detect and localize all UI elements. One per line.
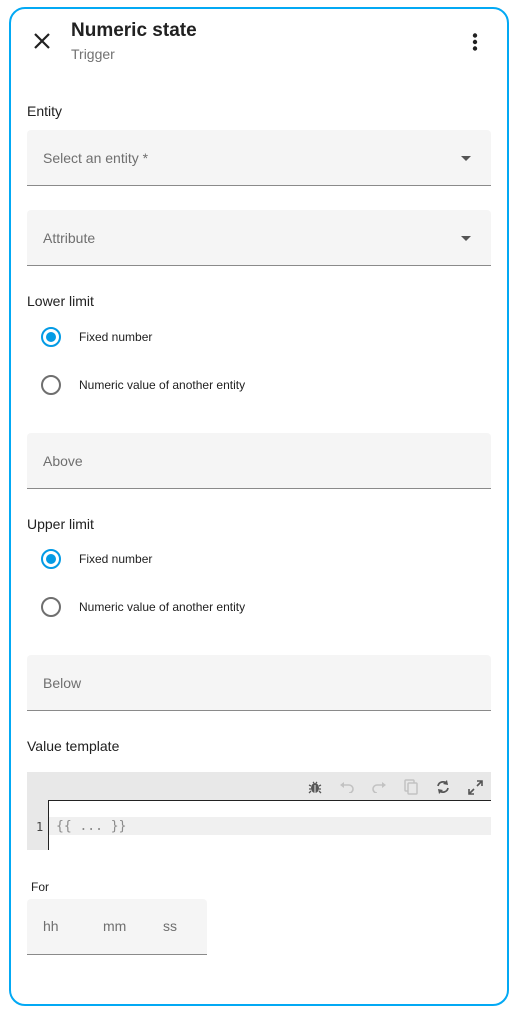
more-vertical-icon xyxy=(472,33,478,51)
editor-toolbar xyxy=(27,772,491,800)
lower-limit-entity-value-radio[interactable]: Numeric value of another entity xyxy=(27,365,327,405)
page-subtitle: Trigger xyxy=(71,46,115,62)
close-icon xyxy=(34,33,50,49)
hours-input[interactable]: hh xyxy=(43,918,59,934)
fullscreen-icon[interactable] xyxy=(464,776,486,798)
above-input[interactable]: Above xyxy=(27,433,491,489)
below-input[interactable]: Below xyxy=(27,655,491,711)
upper-limit-fixed-number-radio[interactable]: Fixed number xyxy=(27,539,327,579)
radio-label: Numeric value of another entity xyxy=(79,600,246,614)
entity-select-placeholder: Select an entity * xyxy=(43,149,149,166)
entity-label: Entity xyxy=(27,103,63,119)
lower-limit-fixed-number-radio[interactable]: Fixed number xyxy=(27,317,327,357)
line-number: 1 xyxy=(36,820,44,834)
dropdown-arrow-icon xyxy=(461,155,471,161)
radio-checked-icon xyxy=(41,327,61,347)
radio-unchecked-icon xyxy=(41,375,61,395)
code-text[interactable]: {{ ... }} xyxy=(56,819,126,834)
radio-label: Fixed number xyxy=(79,552,153,566)
radio-label: Numeric value of another entity xyxy=(79,378,246,392)
more-options-button[interactable] xyxy=(455,22,495,62)
dropdown-arrow-icon xyxy=(461,235,471,241)
copy-icon[interactable] xyxy=(400,776,422,798)
undo-icon[interactable] xyxy=(336,776,358,798)
above-input-placeholder: Above xyxy=(43,452,83,469)
value-template-label: Value template xyxy=(27,738,120,754)
radio-checked-icon xyxy=(41,549,61,569)
radio-label: Fixed number xyxy=(79,330,153,344)
lower-limit-label: Lower limit xyxy=(27,293,94,309)
close-button[interactable] xyxy=(20,19,64,63)
refresh-icon[interactable] xyxy=(432,776,454,798)
redo-icon[interactable] xyxy=(368,776,390,798)
minutes-input[interactable]: mm xyxy=(103,918,126,934)
for-label: For xyxy=(31,880,49,894)
bug-icon[interactable] xyxy=(304,776,326,798)
entity-select[interactable]: Select an entity * xyxy=(27,130,491,186)
attribute-select[interactable]: Attribute xyxy=(27,210,491,266)
upper-limit-entity-value-radio[interactable]: Numeric value of another entity xyxy=(27,587,327,627)
seconds-input[interactable]: ss xyxy=(163,918,177,934)
attribute-select-placeholder: Attribute xyxy=(43,229,96,246)
duration-input: hh mm ss xyxy=(27,899,207,955)
code-editor: 1 {{ ... }} xyxy=(27,772,491,850)
page-title: Numeric state xyxy=(71,20,197,41)
upper-limit-label: Upper limit xyxy=(27,516,94,532)
radio-unchecked-icon xyxy=(41,597,61,617)
below-input-placeholder: Below xyxy=(43,674,82,691)
